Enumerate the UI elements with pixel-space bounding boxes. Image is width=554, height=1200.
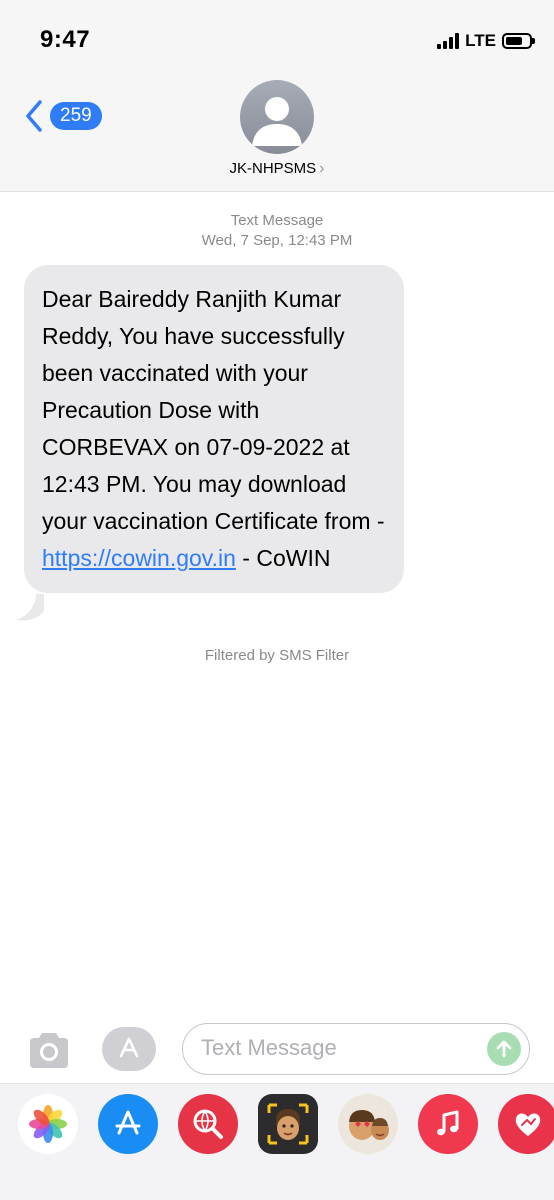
memoji-face-icon: [267, 1103, 309, 1145]
chevron-right-icon: ›: [319, 160, 325, 177]
memoji-stickers-icon[interactable]: [338, 1094, 398, 1154]
status-bar: 9:47 LTE: [0, 0, 554, 80]
arrow-up-icon: [496, 1040, 512, 1058]
app-store-a-icon: [119, 1037, 139, 1058]
send-button[interactable]: [487, 1032, 521, 1066]
back-button[interactable]: 259: [22, 98, 102, 134]
unread-count-badge: 259: [50, 102, 102, 130]
music-icon[interactable]: [418, 1094, 478, 1154]
person-icon: [252, 97, 302, 146]
app-store-icon[interactable]: [98, 1094, 158, 1154]
music-note-icon: [437, 1110, 459, 1136]
battery-icon: [502, 33, 535, 49]
digital-touch-icon[interactable]: [498, 1094, 554, 1154]
globe-search-icon: [193, 1109, 223, 1139]
cellular-signal-icon: [437, 33, 460, 49]
sticker-faces-icon: [349, 1110, 389, 1140]
status-time: 9:47: [40, 26, 91, 53]
message-text: Dear Baireddy Ranjith Kumar Reddy, You h…: [42, 286, 385, 534]
app-drawer: [0, 1083, 554, 1200]
status-indicators: LTE: [437, 30, 535, 52]
conversation-header: 9:47 LTE 259 JK-NHPSMS ›: [0, 0, 554, 192]
contact-avatar[interactable]: [240, 80, 314, 154]
chevron-left-icon: [26, 100, 42, 132]
memoji-icon[interactable]: [258, 1094, 318, 1154]
message-composer[interactable]: [182, 1023, 530, 1075]
photos-flower-icon: [29, 1105, 67, 1143]
received-message-bubble[interactable]: Dear Baireddy Ranjith Kumar Reddy, You h…: [24, 265, 404, 593]
bubble-tail: [16, 594, 44, 621]
app-store-glyph: [115, 1110, 141, 1135]
cowin-link[interactable]: https://cowin.gov.in: [42, 545, 236, 571]
photos-icon[interactable]: [18, 1094, 78, 1154]
message-timestamp: Wed, 7 Sep, 12:43 PM: [201, 232, 353, 249]
network-type: LTE: [465, 31, 496, 50]
heart-touch-icon: [515, 1113, 541, 1136]
app-store-button[interactable]: [102, 1027, 156, 1071]
message-type-label: Text Message: [230, 212, 324, 229]
camera-icon[interactable]: [26, 1030, 72, 1070]
contact-name[interactable]: JK-NHPSMS ›: [0, 160, 554, 178]
message-text-suffix: - CoWIN: [235, 545, 331, 571]
filter-note: Filtered by SMS Filter: [204, 647, 350, 664]
message-input[interactable]: [201, 1024, 481, 1072]
web-images-icon[interactable]: [178, 1094, 238, 1154]
